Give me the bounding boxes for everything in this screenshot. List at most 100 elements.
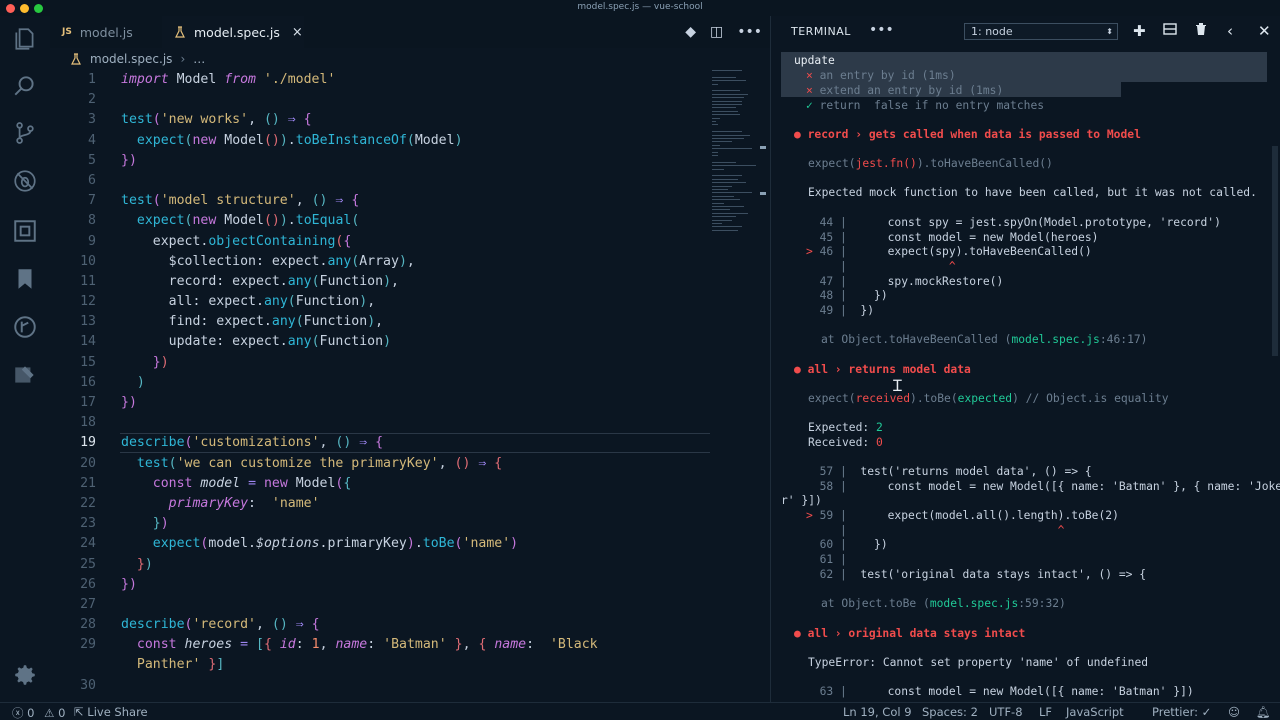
code-line[interactable]: 29 const heroes = [{ id: 1, name: 'Batma… bbox=[50, 635, 710, 655]
code-token: any bbox=[287, 334, 312, 350]
code-text: Panther' }] bbox=[121, 655, 224, 675]
terminal-token: 46 | bbox=[819, 245, 875, 258]
code-token: id bbox=[279, 637, 296, 653]
cursor-position[interactable]: Ln 19, Col 9 bbox=[843, 705, 912, 719]
editor-scrollbar[interactable] bbox=[760, 70, 770, 690]
code-line[interactable]: 20 test('we can customize the primaryKey… bbox=[50, 454, 710, 474]
code-line[interactable]: 28 describe('record', () ⇒ { bbox=[50, 615, 710, 635]
code-line[interactable]: 11 record: expect.any(Function), bbox=[50, 272, 710, 292]
extensions-icon[interactable] bbox=[12, 218, 38, 244]
code-line[interactable]: 22 primaryKey: 'name' bbox=[50, 494, 710, 514]
indentation[interactable]: Spaces: 2 bbox=[922, 705, 978, 719]
settings-gear-icon[interactable] bbox=[12, 662, 38, 688]
language-mode[interactable]: JavaScript bbox=[1066, 705, 1124, 719]
close-tab-icon[interactable]: × bbox=[292, 25, 303, 40]
terminal-token: 58 | bbox=[806, 480, 875, 493]
code-line[interactable]: 19 describe('customizations', () ⇒ { bbox=[50, 433, 710, 454]
code-line[interactable]: 27 bbox=[50, 595, 710, 615]
code-line[interactable]: 9 expect.objectContaining({ bbox=[50, 232, 710, 252]
encoding[interactable]: UTF-8 bbox=[989, 705, 1023, 719]
split-editor-icon[interactable]: ◫ bbox=[710, 24, 723, 40]
code-token: } bbox=[136, 556, 145, 572]
breadcrumb-file[interactable]: model.spec.js bbox=[90, 52, 172, 66]
code-line[interactable]: 12 all: expect.any(Function), bbox=[50, 292, 710, 312]
minimap-line bbox=[712, 161, 736, 163]
files-icon[interactable] bbox=[12, 26, 38, 52]
split-terminal-icon[interactable] bbox=[1163, 22, 1177, 40]
paint-icon[interactable] bbox=[12, 362, 38, 388]
code-token: . bbox=[414, 536, 423, 552]
code-line[interactable]: 26}) bbox=[50, 575, 710, 595]
code-token: Function bbox=[319, 334, 384, 350]
code-line[interactable]: 14 update: expect.any(Function) bbox=[50, 332, 710, 352]
bookmarks-icon[interactable] bbox=[12, 266, 38, 292]
terminal-token: ^ bbox=[1057, 524, 1065, 537]
code-line[interactable]: 10 $collection: expect.any(Array), bbox=[50, 252, 710, 272]
code-line[interactable]: 7 test('model structure', () ⇒ { bbox=[50, 191, 710, 211]
problems-indicator[interactable]: ⓧ 0 ⚠ 0 bbox=[12, 705, 65, 720]
code-line[interactable]: 2 bbox=[50, 90, 710, 110]
code-line[interactable]: 30 bbox=[50, 676, 710, 696]
line-number: 1 bbox=[88, 72, 96, 87]
add-terminal-icon[interactable]: ✚ bbox=[1133, 22, 1146, 40]
source-control-icon[interactable] bbox=[12, 120, 38, 146]
code-line[interactable]: 5}) bbox=[50, 151, 710, 171]
terminal-line: ✓ return false if no entry matches bbox=[806, 99, 1044, 114]
code-line[interactable]: 13 find: expect.any(Function), bbox=[50, 312, 710, 332]
more-icon[interactable]: ••• bbox=[869, 22, 894, 38]
code-line[interactable]: 16 ) bbox=[50, 373, 710, 393]
code-token: new bbox=[192, 213, 217, 229]
line-number: 10 bbox=[80, 253, 96, 269]
code-line[interactable]: 6 bbox=[50, 171, 710, 191]
terminal-title[interactable]: TERMINAL bbox=[791, 25, 851, 38]
feedback-icon[interactable]: ☺ bbox=[1228, 705, 1240, 719]
tab-model-spec-js[interactable]: model.spec.js × bbox=[162, 16, 304, 48]
minimap-line bbox=[712, 93, 748, 95]
terminal-scrollbar[interactable] bbox=[1272, 146, 1278, 356]
line-ending[interactable]: LF bbox=[1039, 705, 1052, 719]
minimap[interactable] bbox=[710, 70, 762, 240]
code-text: $collection: expect.any(Array), bbox=[121, 252, 415, 272]
terminal-output[interactable]: update × an entry by id (1ms) × extend an … bbox=[771, 52, 1280, 702]
code-line[interactable]: 17}) bbox=[50, 393, 710, 413]
code-line[interactable]: 25 }) bbox=[50, 555, 710, 575]
terminal-select[interactable]: 1: node ⬍ bbox=[964, 23, 1118, 40]
code-token: () bbox=[335, 435, 352, 451]
minimap-line bbox=[712, 165, 756, 167]
minimap-line bbox=[712, 90, 740, 92]
terminal-token: 44 | bbox=[806, 216, 875, 229]
code-line[interactable]: 18 bbox=[50, 413, 710, 433]
live-share-button[interactable]: ⇱ Live Share bbox=[74, 705, 148, 719]
code-line[interactable]: 21 const model = new Model({ bbox=[50, 474, 710, 494]
breadcrumb-symbols[interactable]: … bbox=[193, 52, 205, 66]
minimap-line bbox=[712, 192, 752, 194]
title-bar: model.spec.js — vue-school bbox=[0, 0, 1280, 16]
git-graph-icon[interactable] bbox=[12, 314, 38, 340]
code-editor[interactable]: 1 import Model from './model' 2 3 test('new … bbox=[50, 70, 710, 696]
terminal-select-value: 1: node bbox=[971, 25, 1013, 38]
code-line[interactable]: 4 expect(new Model()).toBeInstanceOf(Mod… bbox=[50, 131, 710, 151]
debug-icon[interactable] bbox=[12, 168, 38, 194]
more-actions-icon[interactable]: ••• bbox=[737, 24, 762, 40]
code-token: Model bbox=[287, 475, 336, 491]
trash-icon[interactable] bbox=[1195, 22, 1207, 40]
tab-model-js[interactable]: JS model.js bbox=[50, 16, 162, 48]
code-line[interactable]: 3 test('new works', () ⇒ { bbox=[50, 110, 710, 130]
terminal-line: at Object.toHaveBeenCalled (model.spec.j… bbox=[821, 333, 1147, 348]
notifications-icon[interactable]: 🔔︎ bbox=[1256, 705, 1271, 719]
code-text: test('new works', () ⇒ { bbox=[121, 110, 312, 130]
code-line[interactable]: 15 }) bbox=[50, 353, 710, 373]
line-number: 4 bbox=[88, 132, 96, 148]
prettier-status[interactable]: Prettier: ✓ bbox=[1152, 705, 1211, 719]
code-line[interactable]: Panther' }] bbox=[50, 655, 710, 675]
code-line[interactable]: 8 expect(new Model()).toEqual( bbox=[50, 211, 710, 231]
code-line[interactable]: 24 expect (model.$options.primaryKey).toB… bbox=[50, 534, 710, 554]
code-line[interactable]: 23 }) bbox=[50, 514, 710, 534]
chevron-left-icon[interactable]: ‹ bbox=[1227, 22, 1233, 40]
minimap-line bbox=[712, 189, 728, 190]
open-changes-icon[interactable]: ◆ bbox=[685, 24, 696, 40]
code-line[interactable]: 1 import Model from './model' bbox=[50, 70, 710, 90]
close-icon[interactable]: ✕ bbox=[1258, 22, 1271, 40]
search-icon[interactable] bbox=[12, 73, 38, 99]
